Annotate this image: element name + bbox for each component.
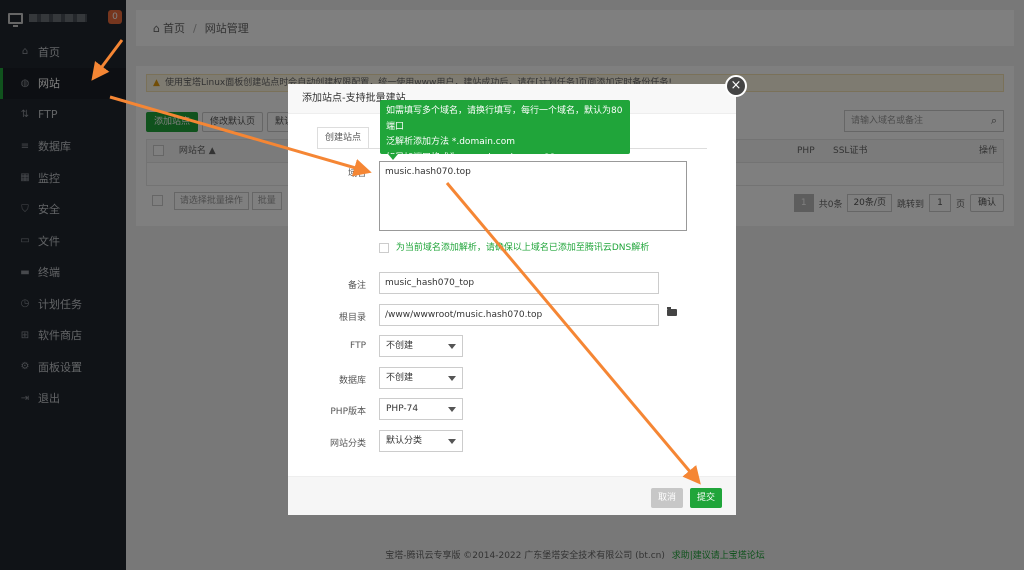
tooltip-line-2: 泛解析添加方法 *.domain.com: [386, 137, 516, 147]
dns-checkbox[interactable]: [379, 242, 389, 253]
ftp-select[interactable]: 不创建: [379, 335, 463, 357]
folder-icon[interactable]: [667, 307, 677, 316]
chevron-down-icon: [448, 407, 456, 412]
root-dir-input[interactable]: /www/wwwroot/music.hash070.top: [379, 304, 659, 326]
domain-tooltip: 如需填写多个域名，请换行填写，每行一个域名，默认为80端口 泛解析添加方法 *.…: [380, 100, 630, 163]
tooltip-line-1: 如需填写多个域名，请换行填写，每行一个域名，默认为80端口: [386, 106, 623, 132]
root-dir-label: 根目录: [338, 313, 366, 323]
php-version-label: PHP版本: [330, 407, 366, 417]
tab-create-site[interactable]: 创建站点: [317, 127, 369, 149]
category-select-value: 默认分类: [386, 436, 423, 446]
database-select[interactable]: 不创建: [379, 367, 463, 389]
close-icon[interactable]: ×: [725, 75, 747, 97]
domain-textarea[interactable]: music.hash070.top: [379, 161, 687, 231]
database-select-value: 不创建: [386, 373, 414, 383]
php-version-select-value: PHP-74: [386, 404, 419, 414]
php-version-select[interactable]: PHP-74: [379, 398, 463, 420]
chevron-down-icon: [448, 376, 456, 381]
domain-label: 域名: [347, 169, 366, 179]
category-select[interactable]: 默认分类: [379, 430, 463, 452]
remark-input[interactable]: music_hash070_top: [379, 272, 659, 294]
submit-button[interactable]: 提交: [690, 488, 722, 508]
chevron-down-icon: [448, 344, 456, 349]
chevron-down-icon: [448, 439, 456, 444]
cancel-button[interactable]: 取消: [651, 488, 683, 508]
tooltip-arrow: [388, 154, 398, 160]
tooltip-line-3: 如另加端口格式为 www.domain.com:88: [386, 152, 556, 163]
category-label: 网站分类: [329, 439, 366, 449]
database-label: 数据库: [338, 376, 366, 386]
dns-note: 为当前域名添加解析，请确保以上域名已添加至腾讯云DNS解析: [379, 240, 649, 253]
ftp-label: FTP: [350, 341, 366, 351]
ftp-select-value: 不创建: [386, 341, 414, 351]
dns-note-text: 为当前域名添加解析，请确保以上域名已添加至腾讯云DNS解析: [395, 243, 650, 253]
modal-footer: 取消 提交: [288, 476, 736, 515]
remark-label: 备注: [347, 281, 366, 291]
